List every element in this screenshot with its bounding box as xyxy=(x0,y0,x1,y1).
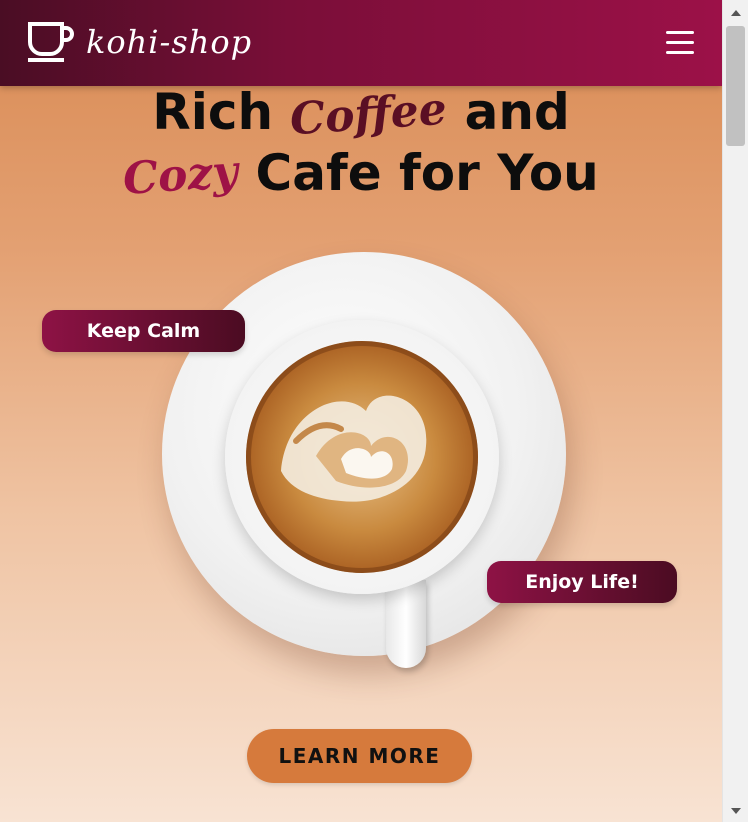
headline-script-word: Cozy xyxy=(121,146,240,205)
brand-name: kohi-shop xyxy=(86,23,253,61)
enjoy-life-badge: Enjoy Life! xyxy=(487,561,677,603)
hero-coffee-image xyxy=(150,240,580,680)
headline-text: and xyxy=(447,83,570,141)
top-navbar: kohi-shop xyxy=(0,0,722,86)
hamburger-menu-icon[interactable] xyxy=(666,31,694,55)
scroll-down-arrow-icon[interactable] xyxy=(731,808,741,814)
vertical-scrollbar[interactable] xyxy=(722,0,748,822)
headline-script-word: Coffee xyxy=(288,83,449,146)
hero-headline-line2: Cozy Cafe for You xyxy=(0,143,722,206)
hero-headline-line1: Rich Coffee and xyxy=(0,82,722,145)
cup-handle xyxy=(386,580,426,668)
page-viewport: kohi-shop Rich Coffee and Cozy Cafe for … xyxy=(0,0,722,822)
scrollbar-thumb[interactable] xyxy=(726,26,745,146)
learn-more-button[interactable]: LEARN MORE xyxy=(247,729,472,783)
brand-logo-link[interactable]: kohi-shop xyxy=(26,18,252,66)
headline-text: Cafe for You xyxy=(238,144,599,202)
coffee-cup-icon xyxy=(28,22,74,62)
scroll-up-arrow-icon[interactable] xyxy=(731,10,741,16)
latte-art xyxy=(246,341,478,573)
keep-calm-badge: Keep Calm xyxy=(42,310,245,352)
headline-text: Rich xyxy=(152,83,291,141)
